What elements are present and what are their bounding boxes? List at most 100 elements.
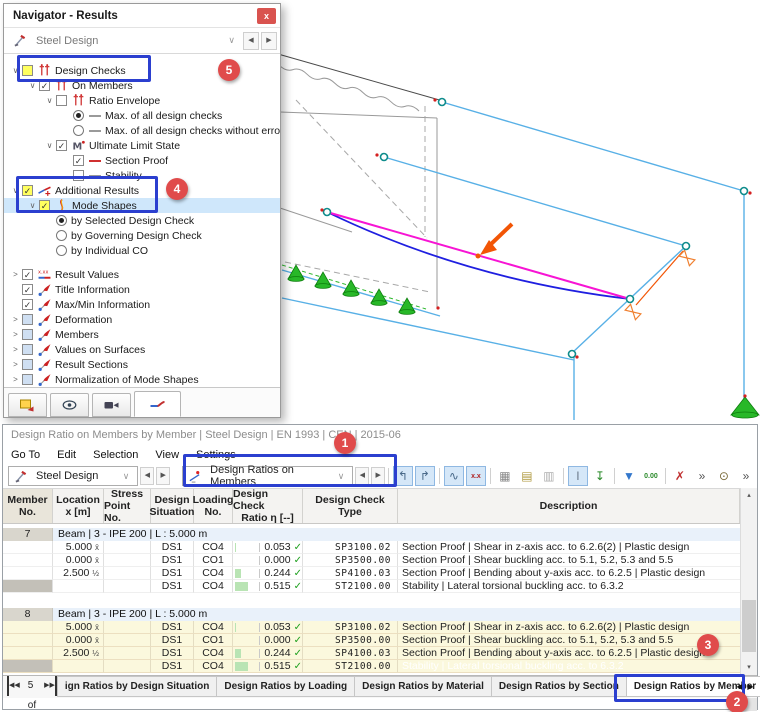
tree-item[interactable]: > Values on Surfaces	[4, 342, 280, 357]
checkbox[interactable]	[22, 374, 33, 385]
tree-item[interactable]: Max. of all design checks without errors	[4, 123, 280, 138]
menu-item-selection[interactable]: Selection	[93, 449, 138, 461]
checkbox[interactable]	[22, 359, 33, 370]
tab-display[interactable]	[50, 393, 89, 417]
tree-item[interactable]: ∨ ✓ Mode Shapes	[4, 198, 280, 213]
more-tools-chevron[interactable]: »	[692, 466, 712, 486]
tree-item[interactable]: by Governing Design Check	[4, 228, 280, 243]
checkbox[interactable]	[22, 344, 33, 355]
vertical-scrollbar[interactable]: ▴ ▾	[740, 488, 757, 675]
table-tab[interactable]: Design Ratios by Loading	[216, 676, 356, 697]
table-columns-button[interactable]: ▥	[539, 466, 559, 486]
overflow-chevron[interactable]: »	[736, 466, 756, 486]
scrollbar-thumb[interactable]	[742, 600, 756, 652]
radio-button[interactable]	[73, 110, 84, 121]
table-grid-button[interactable]: ▦	[495, 466, 515, 486]
previous-module-button[interactable]: ◀	[243, 31, 259, 50]
menu-item-view[interactable]: View	[155, 449, 179, 461]
result-row[interactable]: 2.500 ½ DS1 CO4 0.244 ✓ SP4100.03 Section Proo…	[3, 647, 740, 660]
previous-record-button[interactable]: ◀	[14, 676, 19, 696]
export-table-button[interactable]: ↧	[590, 466, 610, 486]
checkbox[interactable]: ✓	[22, 269, 33, 280]
tree-item[interactable]: by Selected Design Check	[4, 213, 280, 228]
column-header[interactable]: Design Situation	[150, 489, 194, 523]
radio-button[interactable]	[73, 125, 84, 136]
expander-icon[interactable]: ∨	[9, 186, 22, 195]
member-group-row[interactable]: 8 Beam | 3 - IPE 200 | L : 5.000 m	[3, 608, 740, 621]
expander-icon[interactable]: ∨	[43, 96, 56, 105]
checkbox[interactable]	[56, 95, 67, 106]
tab-scroll-right-icon[interactable]: ▶	[745, 677, 756, 696]
navigator-module-selector[interactable]: Steel Design ∨ ◀ ▶	[4, 28, 280, 54]
clear-selection-button[interactable]: ✗	[670, 466, 690, 486]
expander-icon[interactable]: ∨	[43, 141, 56, 150]
result-type-combo[interactable]: Design Ratios on Members ∨	[182, 464, 354, 488]
checkbox[interactable]: ✓	[39, 80, 50, 91]
radio-button[interactable]	[56, 215, 67, 226]
radio-button[interactable]	[56, 245, 67, 256]
column-header[interactable]: Location x [m]	[53, 489, 104, 523]
checkbox[interactable]: ✓	[22, 299, 33, 310]
previous-result-type-button[interactable]: ◀	[355, 467, 370, 485]
column-header[interactable]: Design Check Type	[303, 489, 398, 523]
tree-item[interactable]: ✓ Max/Min Information	[4, 297, 280, 312]
table-tab[interactable]: Design Ratios by Material	[354, 676, 492, 697]
column-header[interactable]: Loading No.	[193, 489, 233, 523]
result-row[interactable]: 2.500 ½ DS1 CO4 0.244 ✓ SP4100.03 Section Proo…	[3, 567, 740, 580]
table-tab[interactable]: ign Ratios by Design Situation	[56, 676, 218, 697]
checkbox[interactable]: ✓	[22, 185, 33, 196]
tab-data[interactable]	[8, 393, 47, 417]
table-add-rows-button[interactable]: ▤	[517, 466, 537, 486]
tree-item[interactable]: Stability	[4, 168, 280, 183]
result-row[interactable]: 5.000 x̄ DS1 CO4 0.053 ✓ SP3100.02 Section Pro…	[3, 621, 740, 634]
next-table-button[interactable]: ▶	[156, 467, 171, 485]
column-header[interactable]: Member No.	[3, 489, 53, 523]
expander-icon[interactable]: >	[9, 330, 22, 339]
checkbox[interactable]	[22, 329, 33, 340]
result-row[interactable]: 5.000 x̄ DS1 CO4 0.053 ✓ SP3100.02 Section Pro…	[3, 541, 740, 554]
filter-button[interactable]: ▼	[619, 466, 639, 486]
decimal-places-button[interactable]: 0.00	[641, 466, 661, 486]
menu-item-edit[interactable]: Edit	[57, 449, 76, 461]
expander-icon[interactable]: >	[9, 360, 22, 369]
last-record-button[interactable]: ▶	[50, 676, 57, 696]
show-result-values-button[interactable]: x.x	[465, 466, 486, 486]
column-header[interactable]: Stress Point No.	[104, 488, 151, 524]
tree-item[interactable]: > ✓ x.xx Result Values	[4, 267, 280, 282]
column-header[interactable]: Description	[398, 489, 740, 523]
tree-item[interactable]: > Normalization of Mode Shapes	[4, 372, 280, 387]
radio-button[interactable]	[56, 230, 67, 241]
jump-to-graphic-button[interactable]: ↱	[414, 466, 435, 486]
tree-item[interactable]: Max. of all design checks	[4, 108, 280, 123]
checkbox[interactable]: ✓	[22, 284, 33, 295]
expander-icon[interactable]: ∨	[9, 66, 22, 75]
result-row[interactable]: DS1 CO4 0.515 ✓ ST2100.00 Stability | Lateral…	[3, 580, 740, 593]
next-result-type-button[interactable]: ▶	[371, 467, 386, 485]
expander-icon[interactable]: >	[9, 270, 22, 279]
first-record-button[interactable]: ◀	[7, 676, 14, 696]
table-tab[interactable]: Design Ratios by Section	[490, 676, 627, 697]
tree-item[interactable]: ✓ Title Information	[4, 282, 280, 297]
tree-item[interactable]: ∨ ✓ Additional Results	[4, 183, 280, 198]
scroll-up-icon[interactable]: ▴	[741, 488, 757, 503]
close-icon[interactable]: x	[257, 7, 276, 24]
section-details-button[interactable]: I	[567, 466, 588, 486]
tree-item[interactable]: > Result Sections	[4, 357, 280, 372]
tree-item[interactable]: ∨ ✓ M Ultimate Limit State	[4, 138, 280, 153]
module-combo[interactable]: Steel Design ∨	[8, 466, 139, 486]
expander-icon[interactable]: >	[9, 345, 22, 354]
result-row[interactable]: DS1 CO4 0.515 ✓ ST2100.00 Stability | Lateral…	[3, 660, 740, 673]
checkbox[interactable]	[73, 170, 84, 181]
column-header[interactable]: Design Check Ratio η [--]	[233, 488, 303, 524]
next-module-button[interactable]: ▶	[261, 31, 277, 50]
find-in-table-button[interactable]: ⊙	[714, 466, 734, 486]
member-group-row[interactable]: 7 Beam | 3 - IPE 200 | L : 5.000 m	[3, 528, 740, 541]
result-row[interactable]: 0.000 x̄ DS1 CO1 0.000 ✓ SP3500.00 Section Pro…	[3, 634, 740, 647]
expander-icon[interactable]: >	[9, 375, 22, 384]
tab-results[interactable]	[134, 391, 181, 417]
expander-icon[interactable]: >	[9, 315, 22, 324]
checkbox[interactable]: ✓	[56, 140, 67, 151]
scroll-down-icon[interactable]: ▾	[741, 660, 757, 675]
tree-item[interactable]: by Individual CO	[4, 243, 280, 258]
cell-description[interactable]: Stability | Lateral torsional buckling a…	[398, 660, 740, 673]
